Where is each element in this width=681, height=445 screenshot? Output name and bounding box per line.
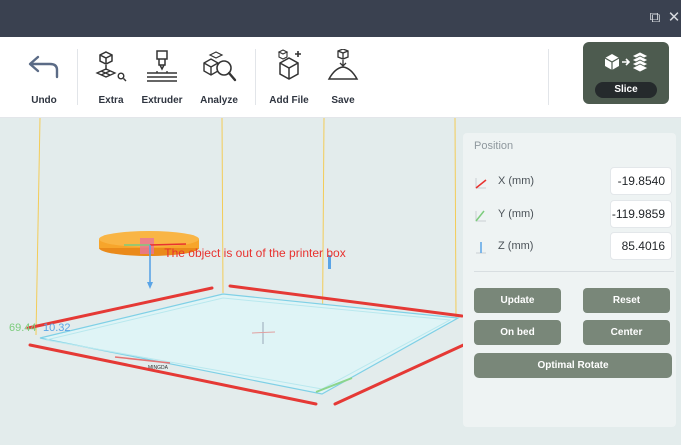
y-axis-label: Y (mm) [498,208,534,220]
title-bar: ⧉ ✕ [0,0,681,37]
y-axis-icon [474,209,488,223]
z-axis-label: Z (mm) [498,240,534,252]
coordinate-readout-blue: 10.32 [43,322,71,334]
z-axis-icon [474,241,488,255]
save-label: Save [331,95,355,106]
x-axis-label: X (mm) [498,175,535,187]
x-position-row: X (mm) -19.8540 [474,167,674,197]
slice-button[interactable]: Slice [583,42,669,104]
add-file-button[interactable]: Add File [267,37,311,118]
coordinate-readout-green: 69.44 [9,322,37,334]
reset-button[interactable]: Reset [583,288,670,313]
extruder-label: Extruder [141,95,183,106]
save-icon [323,47,363,87]
toolbar: Undo Extra Extruder Analyze Add File Sav… [0,37,681,118]
x-position-input[interactable]: -19.8540 [610,167,672,195]
close-window-icon[interactable]: ✕ [666,9,681,27]
optimal-rotate-button[interactable]: Optimal Rotate [474,353,672,378]
analyze-button[interactable]: Analyze [196,37,242,118]
undo-button[interactable]: Undo [22,37,66,118]
toolbar-divider [255,49,256,105]
undo-icon [24,47,64,87]
y-position-row: Y (mm) -119.9859 [474,200,674,230]
panel-title: Position [474,140,514,152]
restore-window-icon[interactable]: ⧉ [647,9,663,27]
model-object[interactable] [99,231,199,289]
extruder-icon [142,47,182,87]
undo-label: Undo [31,95,57,106]
analyze-icon [199,47,239,87]
build-plate [39,255,460,395]
extra-label: Extra [98,95,124,106]
analyze-label: Analyze [200,95,238,106]
y-position-input[interactable]: -119.9859 [610,200,672,228]
extra-icon [91,47,131,87]
slice-label: Slice [595,82,657,98]
on-bed-button[interactable]: On bed [474,320,561,345]
extruder-button[interactable]: Extruder [140,37,184,118]
add-file-label: Add File [269,95,309,106]
z-position-input[interactable]: 85.4016 [610,232,672,260]
slice-icon [602,50,650,81]
save-button[interactable]: Save [325,37,361,118]
add-file-icon [269,47,309,87]
z-position-row: Z (mm) 85.4016 [474,232,674,262]
center-button[interactable]: Center [583,320,670,345]
panel-divider [474,271,674,272]
extra-button[interactable]: Extra [91,37,131,118]
toolbar-divider [77,49,78,105]
update-button[interactable]: Update [474,288,561,313]
toolbar-divider [548,49,549,105]
position-panel: Position X (mm) -19.8540 Y (mm) -119.985… [463,133,676,427]
out-of-box-warning: The object is out of the printer box [164,246,346,260]
x-axis-icon [474,176,488,190]
